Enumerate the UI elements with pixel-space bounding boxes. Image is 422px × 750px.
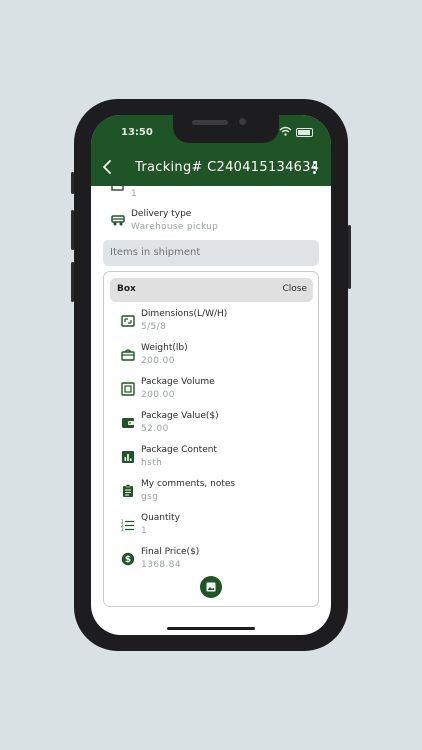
wifi-icon	[279, 126, 292, 136]
detail-value: 5/5/8	[141, 322, 167, 332]
dimensions-icon	[121, 315, 135, 327]
detail-label: My comments, notes	[141, 479, 236, 489]
detail-label: Package Content	[141, 445, 217, 455]
content-scroll[interactable]: 1 Delivery type Warehouse pickup Items i…	[91, 186, 331, 635]
clipboard-icon	[123, 484, 133, 497]
notch-speaker	[192, 120, 228, 125]
detail-label: Dimensions(L/W/H)	[141, 309, 228, 319]
phone-side-button	[71, 172, 74, 194]
image-button[interactable]	[200, 576, 222, 598]
detail-value: 52.00	[141, 424, 169, 434]
detail-value: 1368.84	[141, 560, 182, 570]
box-card: Box Close Dimensions(L/W/H) 5/5/8 Weight…	[103, 271, 319, 607]
battery-icon	[296, 128, 313, 137]
detail-value: gsg	[141, 492, 159, 502]
app-bar: 13:50 Tracking# C240415134634	[91, 115, 331, 186]
image-icon	[206, 582, 216, 592]
wallet-icon	[122, 418, 134, 428]
detail-label: Package Volume	[141, 377, 215, 387]
close-button[interactable]: Close	[282, 284, 307, 294]
status-time: 13:50	[121, 127, 153, 138]
volume-icon	[121, 382, 135, 396]
detail-label: Weight(lb)	[141, 343, 188, 353]
detail-label: Package Value($)	[141, 411, 219, 421]
items-in-shipment-title: Items in shipment	[110, 247, 201, 258]
partial-row-value: 1	[131, 189, 137, 199]
svg-text:$: $	[125, 555, 131, 565]
detail-value: hsth	[141, 458, 163, 468]
box-card-header[interactable]: Box Close	[110, 278, 313, 302]
items-in-shipment-header[interactable]: Items in shipment	[103, 240, 319, 266]
detail-label: Quantity	[141, 513, 180, 523]
page-title: Tracking# C240415134634	[135, 160, 320, 175]
svg-text:3: 3	[121, 527, 124, 532]
detail-label: Final Price($)	[141, 547, 200, 557]
truck-icon	[111, 215, 125, 226]
scale-icon	[121, 349, 135, 361]
more-vert-icon[interactable]	[313, 161, 317, 176]
delivery-type-value: Warehouse pickup	[131, 222, 219, 232]
phone-volume-down	[71, 262, 74, 302]
detail-value: 1	[141, 526, 148, 536]
dollar-icon: $	[121, 552, 135, 566]
phone-power-button	[348, 225, 351, 289]
notch-camera	[239, 118, 246, 125]
content-chart-icon	[122, 451, 134, 463]
delivery-type-label: Delivery type	[131, 209, 192, 219]
phone-volume-up	[71, 210, 74, 250]
back-arrow-icon[interactable]	[101, 159, 115, 175]
phone-screen: 13:50 Tracking# C240415134634 1 Delivery…	[91, 115, 331, 635]
box-title: Box	[117, 284, 136, 294]
package-icon	[111, 186, 124, 191]
home-indicator	[167, 627, 255, 630]
list-icon: 1 2 3	[121, 519, 134, 532]
detail-value: 200.00	[141, 356, 175, 366]
detail-value: 200.00	[141, 390, 175, 400]
